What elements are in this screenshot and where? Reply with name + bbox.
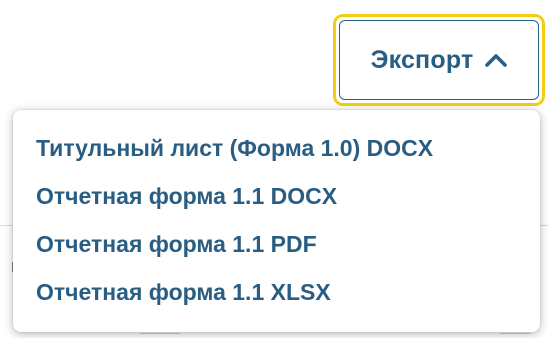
menu-item-report-form-xlsx[interactable]: Отчетная форма 1.1 XLSX [36,278,331,306]
chevron-up-icon [485,53,508,67]
export-button-label: Экспорт [370,45,474,74]
export-button-frame: Экспорт [339,20,539,100]
menu-item-title-page-docx[interactable]: Титульный лист (Форма 1.0) DOCX [36,134,433,162]
menu-item-report-form-docx[interactable]: Отчетная форма 1.1 DOCX [36,182,337,210]
menu-item-report-form-pdf[interactable]: Отчетная форма 1.1 PDF [36,230,317,258]
background-fragment [500,333,530,338]
background-fragment [140,333,180,338]
export-dropdown-menu: Титульный лист (Форма 1.0) DOCX Отчетная… [13,110,540,332]
export-button[interactable]: Экспорт [333,14,545,106]
